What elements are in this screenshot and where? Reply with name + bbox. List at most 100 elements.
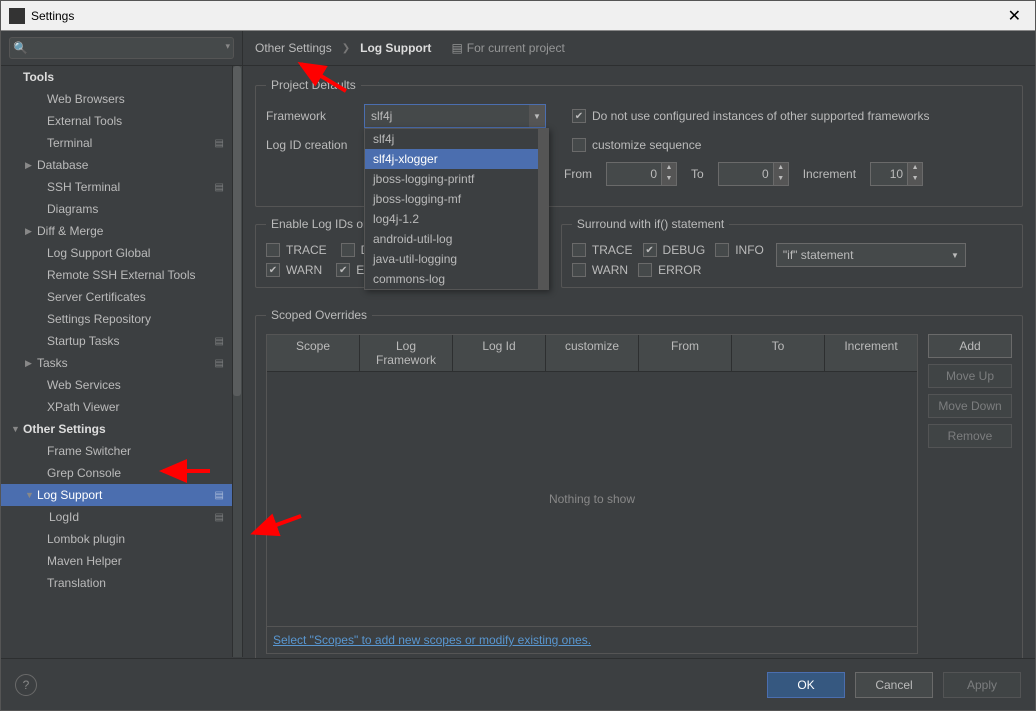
scopes-link[interactable]: Select "Scopes" to add new scopes or mod… <box>273 633 591 647</box>
sidebar-item-label: Remote SSH External Tools <box>47 268 196 282</box>
project-icon: ▤ <box>215 512 224 523</box>
sidebar-item[interactable]: Lombok plugin <box>1 528 242 550</box>
ok-button[interactable]: OK <box>767 672 845 698</box>
s-debug-checkbox[interactable]: ✔DEBUG <box>643 243 706 257</box>
spin-down-icon[interactable]: ▼ <box>662 174 676 185</box>
column-header[interactable]: Log Id <box>453 335 546 371</box>
increment-input[interactable] <box>870 162 908 186</box>
scoped-legend: Scoped Overrides <box>266 308 372 322</box>
to-label: To <box>691 167 704 181</box>
sidebar-item-label: Diagrams <box>47 202 98 216</box>
spin-up-icon[interactable]: ▲ <box>774 163 788 174</box>
close-icon[interactable]: ✕ <box>1002 6 1027 26</box>
increment-spinner[interactable]: ▲▼ <box>870 162 923 186</box>
sidebar-group-label: Other Settings <box>23 422 106 436</box>
sidebar-item[interactable]: Translation <box>1 572 242 594</box>
framework-option[interactable]: slf4j <box>365 129 548 149</box>
framework-option[interactable]: log4j-1.2 <box>365 209 548 229</box>
sidebar-group-tools[interactable]: Tools <box>1 66 242 88</box>
s-info-checkbox[interactable]: INFO <box>715 243 764 257</box>
dropdown-scrollbar[interactable] <box>538 129 548 289</box>
chevron-right-icon: ❯ <box>342 43 350 54</box>
sidebar-item-label: Log Support <box>37 488 102 502</box>
sidebar-item[interactable]: Log Support Global <box>1 242 242 264</box>
project-defaults-group: Project Defaults Framework slf4j ▼ slf4j… <box>255 78 1023 207</box>
sidebar-item[interactable]: Settings Repository <box>1 308 242 330</box>
move-down-button[interactable]: Move Down <box>928 394 1012 418</box>
sidebar-scrollbar[interactable] <box>232 66 242 657</box>
sidebar-item-label: Web Services <box>47 378 121 392</box>
breadcrumb: Other Settings ❯ Log Support ▤For curren… <box>243 31 1035 66</box>
sidebar-item[interactable]: ▶Tasks▤ <box>1 352 242 374</box>
to-input[interactable] <box>718 162 774 186</box>
no-configured-checkbox[interactable]: ✔ Do not use configured instances of oth… <box>572 109 930 123</box>
apply-button[interactable]: Apply <box>943 672 1021 698</box>
column-header[interactable]: From <box>639 335 732 371</box>
scoped-table-header: ScopeLog FrameworkLog IdcustomizeFromToI… <box>267 335 917 372</box>
project-hint: ▤For current project <box>451 41 564 55</box>
trace-checkbox[interactable]: TRACE <box>266 243 327 257</box>
sidebar-item[interactable]: External Tools <box>1 110 242 132</box>
sidebar-item[interactable]: Maven Helper <box>1 550 242 572</box>
sidebar-item[interactable]: Web Services <box>1 374 242 396</box>
sidebar-item[interactable]: Web Browsers <box>1 88 242 110</box>
warn-checkbox[interactable]: ✔WARN <box>266 263 322 277</box>
sidebar-item[interactable]: Remote SSH External Tools <box>1 264 242 286</box>
sidebar-item[interactable]: Frame Switcher <box>1 440 242 462</box>
spin-down-icon[interactable]: ▼ <box>774 174 788 185</box>
sidebar-item-label: Database <box>37 158 88 172</box>
scrollbar-thumb[interactable] <box>233 66 241 396</box>
framework-option[interactable]: slf4j-xlogger <box>365 149 548 169</box>
search-container: 🔍 ▾ <box>1 31 242 66</box>
dropdown-arrow-icon[interactable]: ▼ <box>529 105 545 127</box>
framework-option[interactable]: jboss-logging-printf <box>365 169 548 189</box>
column-header[interactable]: To <box>732 335 825 371</box>
column-header[interactable]: Scope <box>267 335 360 371</box>
sidebar-group-other[interactable]: ▼Other Settings <box>1 418 242 440</box>
breadcrumb-root[interactable]: Other Settings <box>255 41 332 55</box>
spin-up-icon[interactable]: ▲ <box>662 163 676 174</box>
spin-down-icon[interactable]: ▼ <box>908 174 922 185</box>
sidebar-item-label: Terminal <box>47 136 92 150</box>
surround-select[interactable]: "if" statement ▼ <box>776 243 966 267</box>
sidebar-item-label: Grep Console <box>47 466 121 480</box>
surround-legend: Surround with if() statement <box>572 217 729 231</box>
sidebar-item[interactable]: Grep Console <box>1 462 242 484</box>
chevron-down-icon[interactable]: ▾ <box>225 41 230 52</box>
sidebar-item[interactable]: ▶Database <box>1 154 242 176</box>
project-icon: ▤ <box>451 41 462 55</box>
framework-option[interactable]: jboss-logging-mf <box>365 189 548 209</box>
framework-option[interactable]: android-util-log <box>365 229 548 249</box>
expand-arrow-icon: ▶ <box>25 160 37 171</box>
sidebar-item-label: SSH Terminal <box>47 180 120 194</box>
column-header[interactable]: customize <box>546 335 639 371</box>
sidebar-item[interactable]: LogId▤ <box>1 506 242 528</box>
help-icon[interactable]: ? <box>15 674 37 696</box>
sidebar-item[interactable]: Terminal▤ <box>1 132 242 154</box>
sidebar-item[interactable]: SSH Terminal▤ <box>1 176 242 198</box>
add-button[interactable]: Add <box>928 334 1012 358</box>
sidebar-item[interactable]: Server Certificates <box>1 286 242 308</box>
from-spinner[interactable]: ▲▼ <box>606 162 677 186</box>
sidebar-item[interactable]: Diagrams <box>1 198 242 220</box>
s-trace-checkbox[interactable]: TRACE <box>572 243 633 257</box>
to-spinner[interactable]: ▲▼ <box>718 162 789 186</box>
customize-checkbox[interactable]: customize sequence <box>572 138 701 152</box>
cancel-button[interactable]: Cancel <box>855 672 933 698</box>
sidebar-item[interactable]: XPath Viewer <box>1 396 242 418</box>
from-input[interactable] <box>606 162 662 186</box>
sidebar-item[interactable]: ▶Diff & Merge <box>1 220 242 242</box>
s-warn-checkbox[interactable]: WARN <box>572 263 628 277</box>
framework-option[interactable]: java-util-logging <box>365 249 548 269</box>
framework-option[interactable]: commons-log <box>365 269 548 289</box>
sidebar-item[interactable]: ▼Log Support▤ <box>1 484 242 506</box>
search-input[interactable] <box>9 37 234 59</box>
column-header[interactable]: Increment <box>825 335 917 371</box>
spin-up-icon[interactable]: ▲ <box>908 163 922 174</box>
remove-button[interactable]: Remove <box>928 424 1012 448</box>
s-error-checkbox[interactable]: ERROR <box>638 263 701 277</box>
sidebar-item[interactable]: Startup Tasks▤ <box>1 330 242 352</box>
move-up-button[interactable]: Move Up <box>928 364 1012 388</box>
framework-combo[interactable]: slf4j ▼ slf4jslf4j-xloggerjboss-logging-… <box>364 104 546 128</box>
column-header[interactable]: Log Framework <box>360 335 453 371</box>
